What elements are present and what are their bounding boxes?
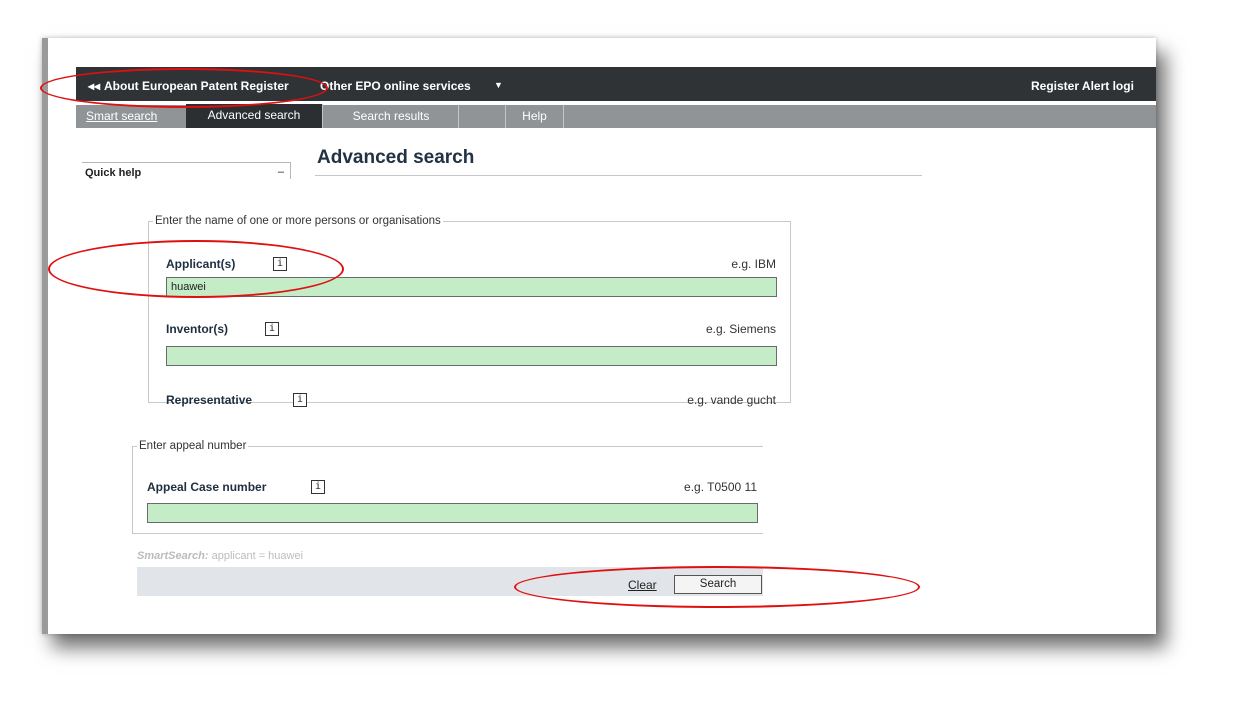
screenshot-frame: ◂◂ About European Patent Register Other … xyxy=(42,38,1156,634)
representative-label: Representative xyxy=(166,393,253,407)
annotation-ellipse-applicant xyxy=(48,240,344,298)
tab-search-results[interactable]: Search results xyxy=(324,105,459,128)
tab-blank[interactable] xyxy=(459,105,506,128)
tab-smart-search[interactable]: Smart search xyxy=(86,105,169,128)
persons-legend: Enter the name of one or more persons or… xyxy=(155,215,441,227)
minimize-icon[interactable]: – xyxy=(278,164,284,179)
tab-help[interactable]: Help xyxy=(506,105,564,128)
smartsearch-query: applicant = huawei xyxy=(208,550,304,562)
inventor-example: e.g. Siemens xyxy=(705,322,776,336)
smartsearch-prefix: SmartSearch: xyxy=(137,550,209,562)
info-icon[interactable]: i xyxy=(293,393,307,407)
appeal-case-label: Appeal Case number xyxy=(147,480,267,494)
title-divider xyxy=(315,175,922,176)
appeal-fieldset: Enter appeal number Appeal Case number i… xyxy=(132,440,763,534)
quick-help-label: Quick help xyxy=(85,167,142,179)
representative-example: e.g. vande gucht xyxy=(687,393,776,407)
quick-help-panel[interactable]: Quick help – xyxy=(82,162,291,179)
inventor-input[interactable] xyxy=(166,346,777,366)
appeal-case-input[interactable] xyxy=(147,503,758,523)
page-title: Advanced search xyxy=(317,147,475,168)
applicant-example: e.g. IBM xyxy=(731,257,776,271)
info-icon[interactable]: i xyxy=(311,480,325,494)
other-services-link[interactable]: Other EPO online services xyxy=(320,79,471,93)
tab-bar: Smart search Advanced search Search resu… xyxy=(76,104,1156,128)
annotation-ellipse-about xyxy=(40,68,328,108)
annotation-ellipse-search xyxy=(514,566,920,608)
appeal-example: e.g. T0500 11 xyxy=(684,480,757,494)
register-alert-login-link[interactable]: Register Alert logi xyxy=(1031,79,1134,93)
info-icon[interactable]: i xyxy=(265,322,279,336)
caret-down-icon[interactable]: ▼ xyxy=(494,80,503,90)
smartsearch-summary: SmartSearch: applicant = huawei xyxy=(137,550,303,562)
inventor-label: Inventor(s) xyxy=(166,322,229,336)
appeal-legend: Enter appeal number xyxy=(139,440,247,452)
